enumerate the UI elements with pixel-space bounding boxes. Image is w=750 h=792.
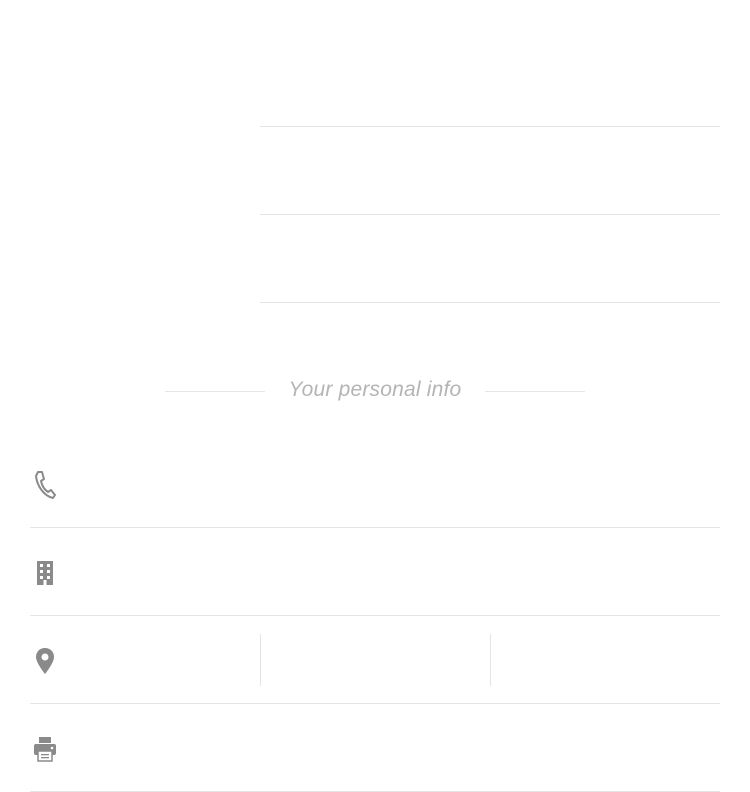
phone-row	[30, 440, 720, 528]
building-icon	[32, 558, 58, 588]
form-field-2[interactable]	[260, 128, 720, 215]
form-field-1[interactable]	[260, 40, 720, 127]
city-input[interactable]	[90, 634, 259, 686]
map-pin-icon	[32, 646, 58, 676]
state-input[interactable]	[260, 634, 489, 686]
fax-input[interactable]	[90, 724, 710, 772]
personal-info-divider: Your personal info	[0, 368, 750, 414]
section-title: Your personal info	[288, 378, 462, 401]
zip-input[interactable]	[490, 634, 720, 686]
divider-line-right	[485, 391, 585, 392]
form-field-3[interactable]	[260, 216, 720, 303]
location-row	[30, 616, 720, 704]
fax-row	[30, 704, 720, 792]
phone-icon	[32, 470, 58, 500]
company-row	[30, 528, 720, 616]
phone-input[interactable]	[90, 460, 710, 508]
company-input[interactable]	[90, 548, 710, 596]
contact-form-page: Your personal info	[0, 0, 750, 792]
printer-icon	[32, 734, 58, 764]
